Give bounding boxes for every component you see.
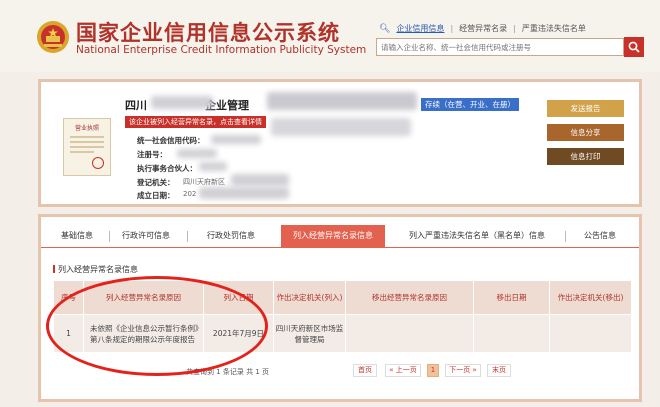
nav-divider: | — [513, 24, 516, 33]
site-header: 国家企业信用信息公示系统 National Enterprise Credit … — [0, 0, 660, 72]
redacted-name — [151, 96, 213, 109]
tab-admin-penalty[interactable]: 行政处罚信息 — [193, 225, 269, 247]
tab-divider — [187, 231, 188, 242]
field-reg-no-label: 注册号： — [137, 150, 167, 159]
field-authority-label: 登记机关： — [137, 178, 175, 187]
section-title: 列入经营异常名录信息 — [53, 264, 138, 275]
redacted-reg-no — [177, 149, 217, 158]
nav-divider: | — [450, 24, 454, 33]
col-header: 作出决定机关(列入) — [273, 280, 346, 315]
tab-bar: 基础信息 行政许可信息 行政处罚信息 列入经营异常名录信息 列入严重违法失信名单… — [41, 225, 639, 247]
redacted-credit-code — [211, 135, 261, 144]
field-authority-value: 四川天府新区 — [183, 178, 225, 186]
nav-enterprise-credit[interactable]: 企业信用信息 — [396, 23, 444, 34]
business-license-icon: 营业执照 — [63, 118, 111, 176]
tab-announcement[interactable]: 公告信息 — [575, 225, 625, 247]
tab-underline — [41, 247, 639, 248]
tab-blacklist[interactable]: 列入严重违法失信名单（黑名单）信息 — [397, 225, 557, 247]
status-badge: 存续（在营、开业、在册） — [421, 98, 519, 111]
search-button[interactable] — [624, 37, 644, 57]
send-report-button[interactable]: 发送报告 — [547, 100, 624, 117]
print-info-button[interactable]: 信息打印 — [547, 148, 624, 165]
col-header: 移出日期 — [473, 280, 550, 315]
redacted-name-tail — [267, 92, 417, 110]
redacted-founded — [199, 187, 289, 199]
company-name-prefix: 四川 — [125, 99, 147, 112]
pager-next[interactable]: 下一页 » — [445, 364, 481, 377]
nav-abnormal-list[interactable]: 经营异常名录 — [459, 23, 507, 34]
cell-removal-reason — [345, 314, 474, 353]
license-label: 营业执照 — [74, 125, 99, 132]
highlight-circle-annotation — [46, 276, 268, 376]
pager-first[interactable]: 首页 — [353, 364, 377, 377]
redacted-partner — [199, 162, 227, 171]
pager-prev[interactable]: « 上一页 — [385, 364, 421, 377]
col-header: 移出经营异常名录原因 — [345, 280, 474, 315]
tab-divider — [565, 231, 566, 242]
tab-abnormal-list[interactable]: 列入经营异常名录信息 — [281, 225, 385, 247]
company-card: 营业执照 四川 企业管理 存续（在营、开业、在册） 该企业被列入经营异常名录，点击… — [38, 79, 642, 207]
field-credit-code-label: 统一社会信用代码： — [137, 136, 205, 145]
national-emblem-icon — [37, 21, 69, 53]
site-title: 国家企业信用信息公示系统 — [76, 21, 340, 45]
top-nav: 🔍︎ 企业信用信息 | 经营异常名录 | 严重违法失信名单 — [379, 23, 586, 34]
site-subtitle: National Enterprise Credit Information P… — [76, 44, 367, 56]
cell-removal-authority — [549, 314, 632, 353]
pager-current[interactable]: 1 — [427, 364, 439, 377]
col-header: 作出决定机关(移出) — [549, 280, 632, 315]
share-info-button[interactable]: 信息分享 — [547, 124, 624, 141]
tab-divider — [109, 231, 110, 242]
search-input[interactable] — [376, 38, 624, 56]
field-partner-label: 执行事务合伙人： — [137, 164, 197, 173]
cell-removal-date — [473, 314, 550, 353]
pager-last[interactable]: 末页 — [487, 364, 511, 377]
cell-authority: 四川天府新区市场监督管理局 — [273, 314, 346, 353]
search-icon: 🔍︎ — [379, 23, 391, 34]
tab-admin-license[interactable]: 行政许可信息 — [113, 225, 179, 247]
magnifier-icon — [628, 41, 640, 53]
tab-basic-info[interactable]: 基础信息 — [49, 225, 105, 247]
abnormal-notice-link[interactable]: 该企业被列入经营异常名录，点击查看详情 — [125, 116, 266, 128]
field-founded-label: 成立日期： — [137, 191, 175, 200]
redacted-authority — [231, 174, 289, 186]
field-founded-value: 202 — [183, 190, 197, 198]
nav-serious-violation[interactable]: 严重违法失信名单 — [522, 23, 586, 34]
redacted-block — [271, 118, 411, 136]
